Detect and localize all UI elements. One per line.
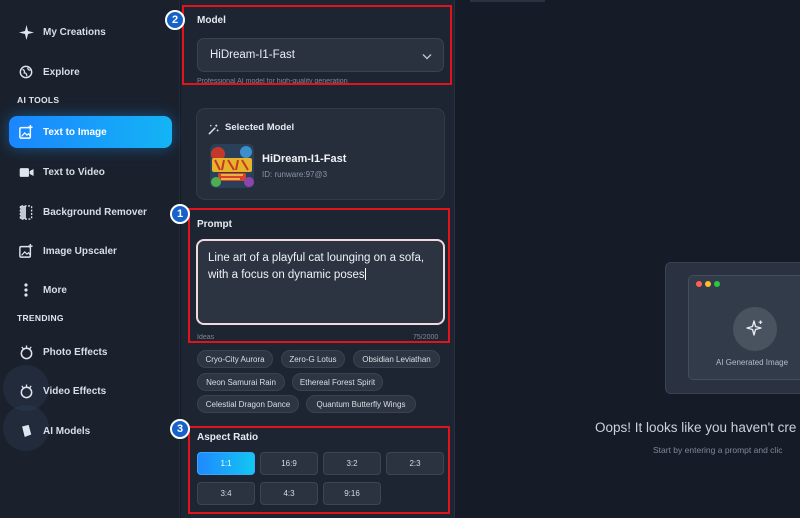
sidebar-item-label: Explore (43, 66, 80, 78)
suggestion-chip[interactable]: Cryo-City Aurora (197, 350, 273, 368)
sidebar-item-label: Image Upscaler (43, 245, 117, 257)
section-label-trending: TRENDING (17, 313, 64, 323)
sidebar-item-explore[interactable]: Explore (9, 56, 172, 88)
empty-state-hint: Start by entering a prompt and clic (653, 445, 783, 455)
more-vertical-icon (18, 282, 34, 298)
sidebar-item-text-to-video[interactable]: Text to Video (9, 156, 172, 188)
selected-model-heading: Selected Model (225, 122, 295, 133)
sidebar-item-my-creations[interactable]: My Creations (9, 16, 172, 48)
model-cube-icon (18, 423, 34, 439)
sidebar-item-image-upscaler[interactable]: Image Upscaler (9, 235, 172, 267)
model-thumbnail (210, 144, 254, 188)
suggestion-chip[interactable]: Zero-G Lotus (281, 350, 345, 368)
sidebar-item-label: Text to Video (43, 166, 105, 178)
selected-model-name: HiDream-I1-Fast (262, 153, 347, 165)
window-minimize-dot (705, 281, 711, 287)
sidebar-item-label: Background Remover (43, 206, 147, 218)
sidebar-item-video-effects[interactable]: Video Effects (9, 375, 172, 407)
selected-model-id: ID: runware:97@3 (262, 170, 328, 179)
highlight-box-model (182, 5, 452, 85)
preview-caption: AI Generated Image (716, 358, 789, 367)
effects-icon (18, 383, 34, 399)
sidebar-item-text-to-image[interactable]: Text to Image (9, 116, 172, 148)
sidebar-item-label: Video Effects (43, 385, 107, 397)
highlight-box-prompt (188, 208, 450, 343)
divider (470, 0, 545, 2)
window-close-dot (696, 281, 702, 287)
step-badge-2: 2 (165, 10, 185, 30)
image-add-icon (18, 124, 34, 140)
suggestion-chip[interactable]: Ethereal Forest Spirit (292, 373, 383, 391)
step-badge-1: 1 (170, 204, 190, 224)
step-badge-3: 3 (170, 419, 190, 439)
section-label-ai-tools: AI TOOLS (17, 95, 60, 105)
sidebar: My Creations Explore AI TOOLS Text to Im… (0, 0, 180, 518)
suggestion-chip[interactable]: Obsidian Leviathan (353, 350, 440, 368)
globe-icon (18, 64, 34, 80)
sidebar-item-label: More (43, 284, 67, 296)
suggestion-chip[interactable]: Quantum Butterfly Wings (306, 395, 416, 413)
suggestion-chip[interactable]: Celestial Dragon Dance (197, 395, 299, 413)
sparkle-icon (733, 307, 777, 351)
effects-icon (18, 344, 34, 360)
sidebar-item-photo-effects[interactable]: Photo Effects (9, 336, 172, 368)
window-maximize-dot (714, 281, 720, 287)
empty-state-title: Oops! It looks like you haven't cre (595, 420, 797, 435)
sidebar-item-ai-models[interactable]: AI Models (9, 415, 172, 447)
magic-wand-icon (208, 122, 219, 140)
suggestion-chip[interactable]: Neon Samurai Rain (197, 373, 285, 391)
sidebar-item-label: AI Models (43, 425, 91, 437)
video-icon (18, 164, 34, 180)
sidebar-item-background-remover[interactable]: Background Remover (9, 196, 172, 228)
bg-remove-icon (18, 204, 34, 220)
sidebar-item-label: Text to Image (43, 126, 107, 138)
upscale-icon (18, 243, 34, 259)
highlight-box-aspect-ratio (188, 426, 450, 514)
sidebar-item-label: Photo Effects (43, 346, 108, 358)
sidebar-item-label: My Creations (43, 26, 106, 38)
sidebar-item-more[interactable]: More (9, 274, 172, 306)
sparkle-icon (18, 24, 34, 40)
preview-area (456, 0, 800, 518)
